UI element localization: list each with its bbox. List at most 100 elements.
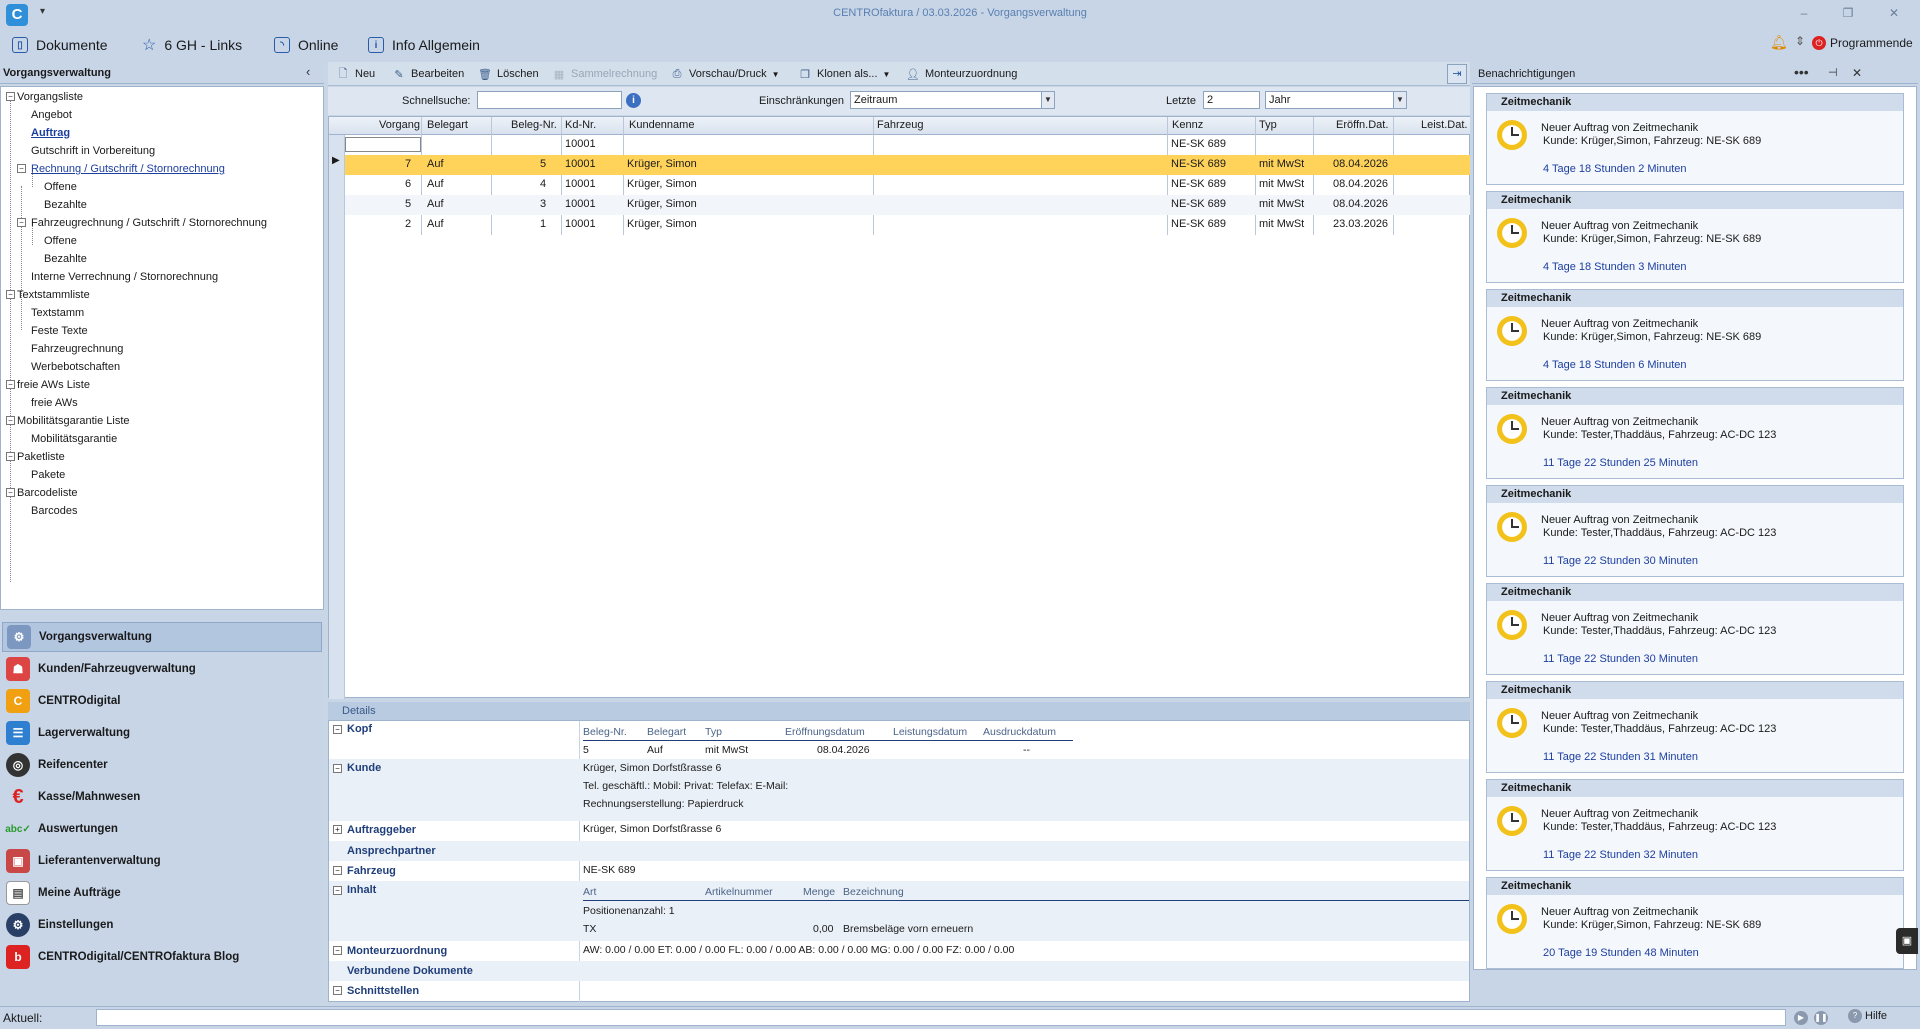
bell-icon[interactable]: 🔔︎ [1770, 34, 1788, 51]
sammelrechnung-button[interactable]: ▦ Sammelrechnung [552, 65, 657, 83]
notification-card[interactable]: Zeitmechanik Neuer Auftrag von Zeitmecha… [1486, 387, 1904, 479]
expand-icon[interactable]: + [333, 825, 342, 834]
tree-collapse-icon[interactable]: − [6, 92, 15, 101]
table-row[interactable]: 5 Auf 3 10001 Krüger, Simon NE-SK 689 mi… [345, 195, 1471, 215]
table-row[interactable]: 7 Auf 5 10001 Krüger, Simon NE-SK 689 mi… [345, 155, 1471, 175]
updown-arrows-icon[interactable]: ⇕ [1795, 34, 1805, 48]
notification-time[interactable]: 4 Tage 18 Stunden 6 Minuten [1543, 359, 1687, 371]
hilfe-button[interactable]: ? Hilfe [1848, 1009, 1887, 1023]
filter-cell-kennz[interactable]: NE-SK 689 [1171, 138, 1226, 150]
programmende-button[interactable]: ⏻ Programmende [1812, 33, 1913, 53]
tree-mobilitaetsgarantie-liste[interactable]: Mobilitätsgarantie Liste [17, 414, 130, 428]
col-header-leist[interactable]: Leist.Dat. [1421, 119, 1467, 131]
notification-card[interactable]: Zeitmechanik Neuer Auftrag von Zeitmecha… [1486, 877, 1904, 969]
notification-card[interactable]: Zeitmechanik Neuer Auftrag von Zeitmecha… [1486, 681, 1904, 773]
collapse-icon[interactable]: − [333, 866, 342, 875]
menu-gh-links[interactable]: ☆ 6 GH - Links [142, 35, 242, 55]
notification-card[interactable]: Zeitmechanik Neuer Auftrag von Zeitmecha… [1486, 93, 1904, 185]
nav-meine-auftraege[interactable]: ▤ Meine Aufträge [2, 878, 322, 908]
notification-card[interactable]: Zeitmechanik Neuer Auftrag von Zeitmecha… [1486, 289, 1904, 381]
pause-icon[interactable]: ❚❚ [1814, 1011, 1828, 1025]
tree-vorgangsliste[interactable]: Vorgangsliste [17, 90, 83, 104]
tree-pakete[interactable]: Pakete [31, 468, 65, 482]
tree-textstammliste[interactable]: Textstammliste [17, 288, 90, 302]
nav-reifencenter[interactable]: ◎ Reifencenter [2, 750, 322, 780]
einschraenkungen-select[interactable]: Zeitraum ▼ [850, 91, 1055, 109]
tree-collapse-icon[interactable]: − [6, 488, 15, 497]
notification-time[interactable]: 11 Tage 22 Stunden 32 Minuten [1543, 849, 1698, 861]
tree-feste-texte[interactable]: Feste Texte [31, 324, 88, 338]
tree-gutschrift-vorbereitung[interactable]: Gutschrift in Vorbereitung [31, 144, 155, 158]
minimize-icon[interactable]: – [1794, 6, 1814, 22]
collapse-icon[interactable]: − [333, 725, 342, 734]
tree-interne-verrechnung[interactable]: Interne Verrechnung / Stornorechnung [31, 270, 218, 284]
bearbeiten-button[interactable]: ✎ Bearbeiten [392, 65, 464, 83]
nav-kunden-fahrzeug[interactable]: ☗ Kunden/Fahrzeugverwaltung [2, 654, 322, 684]
menu-online[interactable]: ◝ Online [274, 35, 338, 55]
grid-filter-row[interactable]: 10001 NE-SK 689 [345, 135, 1471, 155]
collapse-icon[interactable]: − [333, 946, 342, 955]
letzte-input[interactable]: 2 [1203, 91, 1260, 109]
schnellsuche-input[interactable] [477, 91, 622, 109]
col-header-belegart[interactable]: Belegart [427, 119, 468, 131]
tree-collapse-icon[interactable]: − [17, 164, 26, 173]
nav-centrodigital[interactable]: C CENTROdigital [2, 686, 322, 716]
tree-mobilitaetsgarantie[interactable]: Mobilitätsgarantie [31, 432, 117, 446]
collapse-left-icon[interactable]: ‹ [306, 64, 310, 79]
notification-time[interactable]: 11 Tage 22 Stunden 30 Minuten [1543, 653, 1698, 665]
tree-collapse-icon[interactable]: − [17, 218, 26, 227]
chevron-down-icon[interactable]: ▼ [1393, 92, 1406, 108]
neu-button[interactable]: 🗋 Neu [336, 65, 376, 83]
notification-card[interactable]: Zeitmechanik Neuer Auftrag von Zeitmecha… [1486, 485, 1904, 577]
tree-barcodes[interactable]: Barcodes [31, 504, 77, 518]
nav-einstellungen[interactable]: ⚙ Einstellungen [2, 910, 322, 940]
notification-time[interactable]: 4 Tage 18 Stunden 3 Minuten [1543, 261, 1687, 273]
pin-icon[interactable]: ⊣ [1828, 66, 1838, 79]
chevron-down-icon[interactable]: ▼ [1041, 92, 1054, 108]
tree-collapse-icon[interactable]: − [6, 452, 15, 461]
table-row[interactable]: 6 Auf 4 10001 Krüger, Simon NE-SK 689 mi… [345, 175, 1471, 195]
tree-textstamm[interactable]: Textstamm [31, 306, 84, 320]
tree-rechnung[interactable]: Rechnung / Gutschrift / Stornorechnung [31, 162, 225, 176]
info-icon[interactable]: i [626, 93, 641, 108]
col-header-vorgang[interactable]: Vorgang [379, 119, 420, 131]
tree-barcodeliste[interactable]: Barcodeliste [17, 486, 78, 500]
more-options-icon[interactable]: ••• [1794, 64, 1809, 80]
tree-freie-aws[interactable]: freie AWs [31, 396, 78, 410]
monteurzuordnung-button[interactable]: 👤︎ Monteurzuordnung [906, 65, 1017, 83]
restore-icon[interactable]: ❐ [1838, 6, 1858, 22]
zeitraum-unit-select[interactable]: Jahr ▼ [1265, 91, 1407, 109]
tree-rechnung-offene[interactable]: Offene [44, 180, 77, 194]
tree-werbebotschaften[interactable]: Werbebotschaften [31, 360, 120, 374]
col-header-fahrzeug[interactable]: Fahrzeug [877, 119, 923, 131]
tree-fahrzeugrechnung-text[interactable]: Fahrzeugrechnung [31, 342, 123, 356]
filter-cell-vorgang[interactable] [345, 137, 421, 152]
notification-time[interactable]: 11 Tage 22 Stunden 25 Minuten [1543, 457, 1698, 469]
notification-time[interactable]: 20 Tage 19 Stunden 48 Minuten [1543, 947, 1699, 959]
menu-info-allgemein[interactable]: i Info Allgemein [368, 35, 480, 55]
col-header-kundenname[interactable]: Kundenname [629, 119, 694, 131]
collapse-icon[interactable]: − [333, 764, 342, 773]
notification-time[interactable]: 4 Tage 18 Stunden 2 Minuten [1543, 163, 1687, 175]
forward-icon[interactable]: ▶ [1794, 1011, 1808, 1025]
nav-lagerverwaltung[interactable]: ☰ Lagerverwaltung [2, 718, 322, 748]
close-icon[interactable]: ✕ [1884, 6, 1904, 22]
loeschen-button[interactable]: 🗑︎ Löschen [478, 65, 539, 83]
tree-fahrzeug-offene[interactable]: Offene [44, 234, 77, 248]
notification-card[interactable]: Zeitmechanik Neuer Auftrag von Zeitmecha… [1486, 583, 1904, 675]
col-header-belegnr[interactable]: Beleg-Nr. [511, 119, 557, 131]
tree-fahrzeugrechnung[interactable]: Fahrzeugrechnung / Gutschrift / Stornore… [31, 216, 267, 230]
collapse-icon[interactable]: − [333, 886, 342, 895]
tree-angebot[interactable]: Angebot [31, 108, 72, 122]
col-header-kennz[interactable]: Kennz [1172, 119, 1203, 131]
tree-auftrag[interactable]: Auftrag [31, 126, 70, 140]
notification-card[interactable]: Zeitmechanik Neuer Auftrag von Zeitmecha… [1486, 779, 1904, 871]
collapse-icon[interactable]: − [333, 986, 342, 995]
tree-rechnung-bezahlte[interactable]: Bezahlte [44, 198, 87, 212]
tree-collapse-icon[interactable]: − [6, 290, 15, 299]
tree-collapse-icon[interactable]: − [6, 380, 15, 389]
nav-blog[interactable]: b CENTROdigital/CENTROfaktura Blog [2, 942, 322, 972]
nav-kasse-mahnwesen[interactable]: € Kasse/Mahnwesen [2, 782, 322, 812]
notification-card[interactable]: Zeitmechanik Neuer Auftrag von Zeitmecha… [1486, 191, 1904, 283]
col-header-eroeffn[interactable]: Eröffn.Dat. [1336, 119, 1388, 131]
